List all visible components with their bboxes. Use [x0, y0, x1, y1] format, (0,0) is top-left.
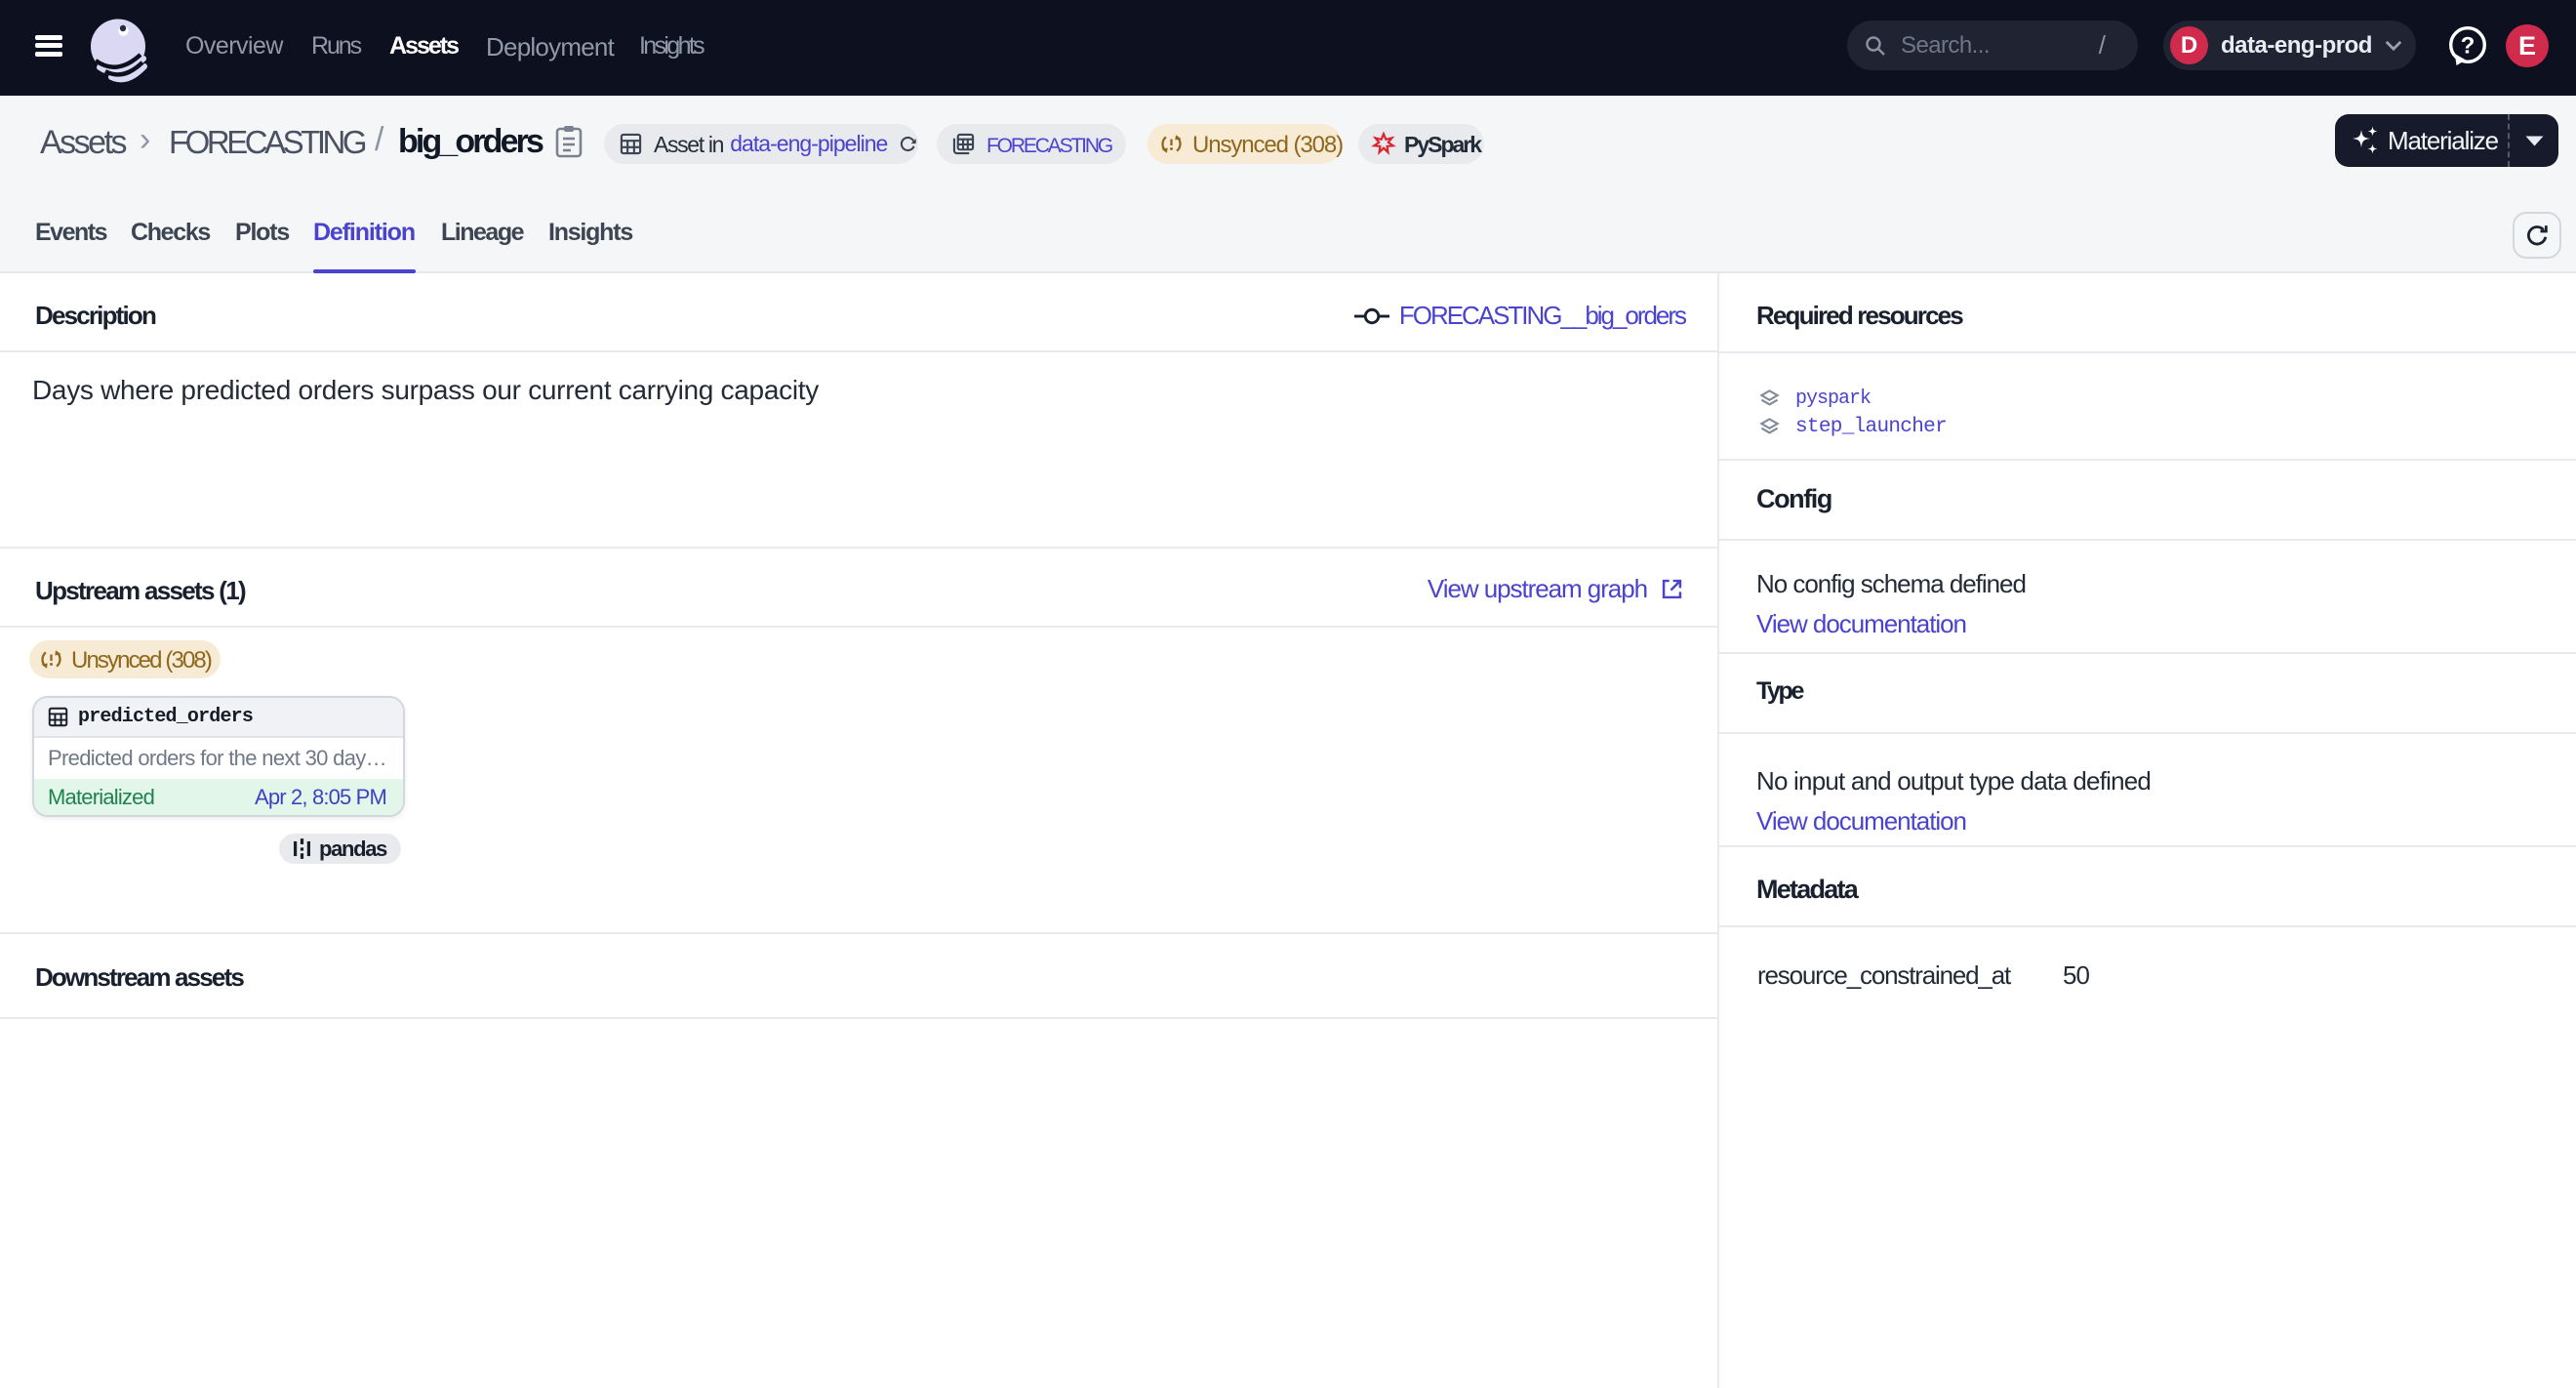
svg-text:?: ? [2461, 33, 2475, 60]
